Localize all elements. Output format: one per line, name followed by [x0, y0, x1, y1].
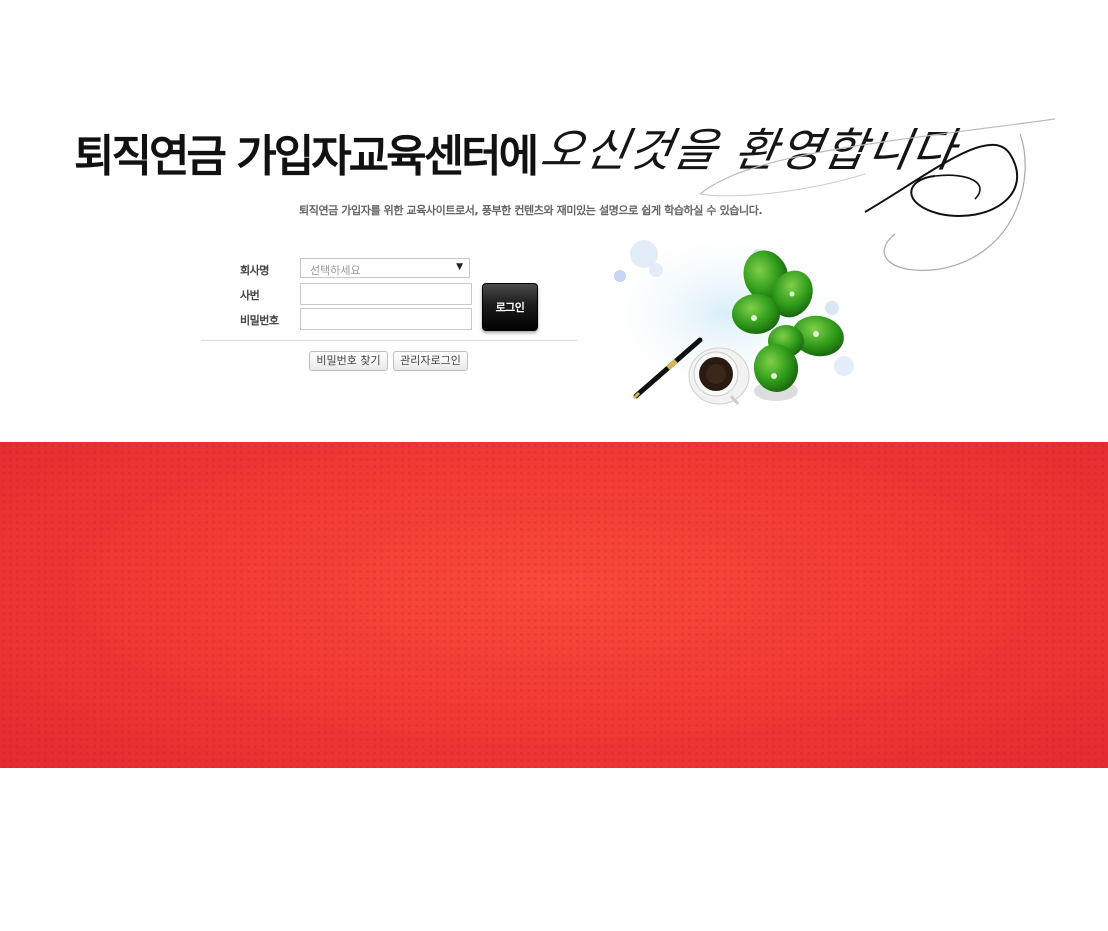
find-password-button[interactable]: 비밀번호 찾기	[309, 351, 388, 371]
admin-login-button[interactable]: 관리자로그인	[393, 351, 468, 371]
password-label: 비밀번호	[240, 314, 279, 327]
header: 퇴직연금 가입자교육센터에 오신것을 환영합니다 퇴직연금 가입자를 위한 교육…	[0, 0, 1108, 442]
desk-illustration	[606, 240, 854, 405]
password-input[interactable]	[300, 308, 472, 330]
login-button[interactable]: 로그인	[482, 283, 538, 331]
company-select[interactable]: 선택하세요 ▼	[300, 258, 470, 278]
subtitle: 퇴직연금 가입자를 위한 교육사이트로서, 풍부한 컨텐츠와 재미있는 설명으로…	[299, 204, 763, 217]
employee-id-label: 사번	[240, 289, 260, 302]
company-label: 회사명	[240, 264, 269, 277]
employee-id-input[interactable]	[300, 283, 472, 305]
company-select-value: 선택하세요	[310, 264, 361, 277]
page-title: 퇴직연금 가입자교육센터에	[74, 131, 539, 182]
red-banner	[0, 442, 1108, 768]
caret-down-icon: ▼	[456, 262, 463, 272]
coffee-cup-icon	[688, 347, 750, 405]
form-divider	[201, 340, 577, 341]
